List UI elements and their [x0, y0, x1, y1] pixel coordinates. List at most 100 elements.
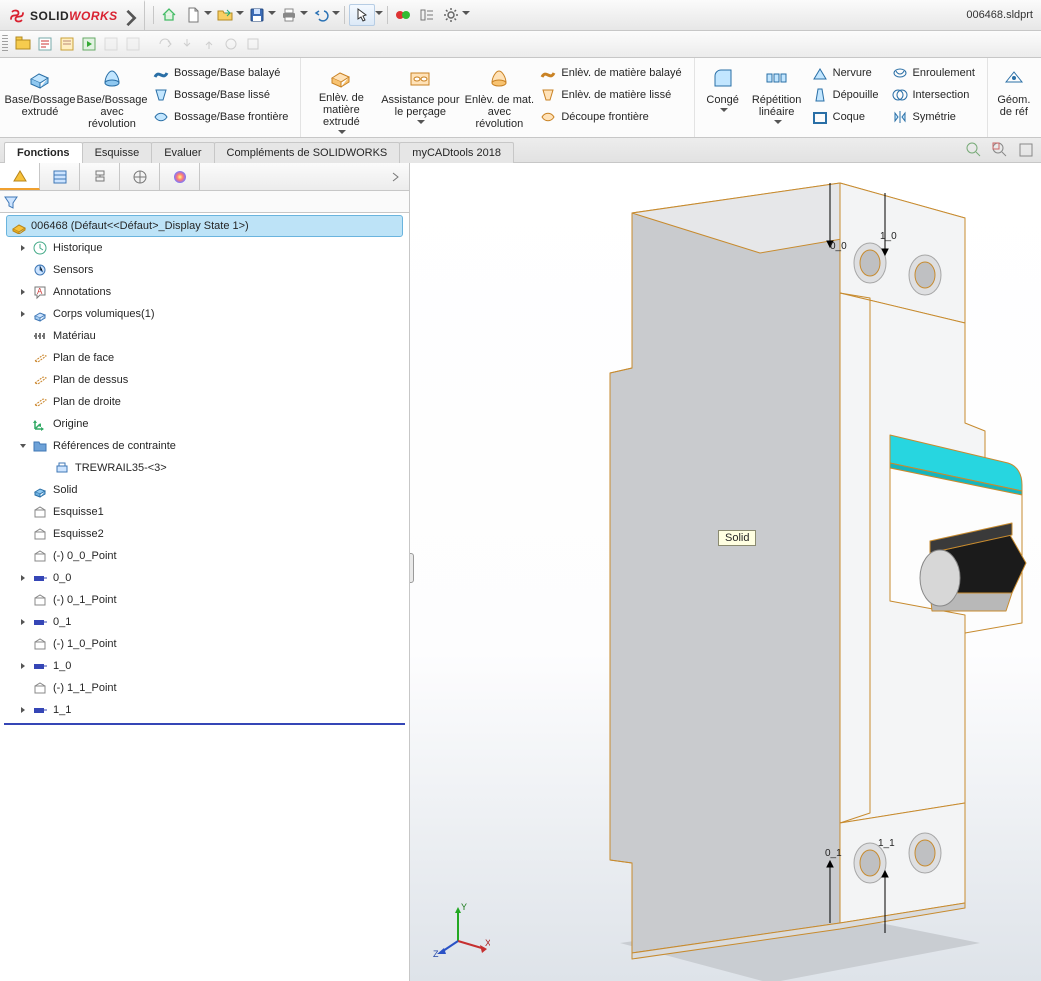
expand-toggle[interactable] [16, 439, 30, 453]
tree-item[interactable]: (-) 0_0_Point [0, 545, 409, 567]
boss-sweep-button[interactable]: Bossage/Base balayé [150, 62, 294, 84]
select-dropdown[interactable] [375, 8, 383, 22]
expand-toggle[interactable] [16, 285, 30, 299]
expand-toggle[interactable] [16, 659, 30, 673]
fillet-button[interactable]: Congé [699, 60, 747, 136]
save-button[interactable] [246, 4, 268, 26]
tab-evaluer[interactable]: Evaluer [151, 142, 214, 163]
tree-item-label: 1_1 [53, 704, 71, 716]
tree-item[interactable]: (-) 1_0_Point [0, 633, 409, 655]
tab-fonctions[interactable]: Fonctions [4, 142, 83, 163]
tree-item[interactable]: 0_1 [0, 611, 409, 633]
boss-boundary-button[interactable]: Bossage/Base frontière [150, 106, 294, 128]
toolbar-grip[interactable] [2, 35, 8, 53]
pattern-button[interactable]: Répétition linéaire [747, 60, 807, 136]
tree-item[interactable]: Plan de face [0, 347, 409, 369]
tree-item-label: Esquisse2 [53, 528, 104, 540]
expand-toggle[interactable] [16, 615, 30, 629]
options-button[interactable] [416, 4, 438, 26]
graphics-viewport[interactable]: 0_0 1_0 0_1 1_1 Solid Y X Z [410, 163, 1041, 981]
folder-icon [32, 438, 48, 454]
fm-tab-dim[interactable] [120, 163, 160, 190]
hole-wizard-button[interactable]: Assistance pour le perçage [377, 60, 463, 136]
fm-tab-property[interactable] [40, 163, 80, 190]
tree-root-node[interactable]: 006468 (Défaut<<Défaut>_Display State 1>… [6, 215, 403, 237]
mirror-button[interactable]: Symétrie [889, 106, 981, 128]
cut-revolve-button[interactable]: Enlèv. de mat. avec révolution [463, 60, 535, 136]
shell-button[interactable]: Coque [809, 106, 885, 128]
fm-tab-config[interactable] [80, 163, 120, 190]
draft-button[interactable]: Dépouille [809, 84, 885, 106]
fm-tab-more[interactable] [200, 163, 409, 190]
tree-item[interactable]: 0_0 [0, 567, 409, 589]
open-dropdown[interactable] [236, 8, 244, 22]
cut-extrude-button[interactable]: Enlèv. de matière extrudé [305, 60, 377, 136]
select-button[interactable] [349, 4, 375, 26]
expand-toggle[interactable] [16, 703, 30, 717]
tab-complements[interactable]: Compléments de SOLIDWORKS [214, 142, 401, 163]
fm-tab-tree[interactable] [0, 163, 40, 190]
tree-item[interactable]: Historique [0, 237, 409, 259]
tree-item[interactable]: Sensors [0, 259, 409, 281]
expand-toggle[interactable] [16, 307, 30, 321]
macro-btn-3[interactable] [57, 34, 77, 54]
ref-geom-button[interactable]: Géom. de réf [992, 60, 1036, 136]
intersect-button[interactable]: Intersection [889, 84, 981, 106]
rib-button[interactable]: Nervure [809, 62, 885, 84]
dim-icon [32, 702, 48, 718]
tree-item[interactable]: AAnnotations [0, 281, 409, 303]
feature-tree[interactable]: 006468 (Défaut<<Défaut>_Display State 1>… [0, 213, 409, 981]
filter-icon[interactable] [4, 195, 18, 209]
save-dropdown[interactable] [268, 8, 276, 22]
feature-rollback-bar[interactable] [4, 723, 405, 725]
print-button[interactable] [278, 4, 300, 26]
boss-revolve-button[interactable]: Base/Bossage avec révolution [76, 60, 148, 136]
cut-boundary-button[interactable]: Découpe frontière [537, 106, 687, 128]
tree-item[interactable]: (-) 1_1_Point [0, 677, 409, 699]
home-button[interactable] [158, 4, 180, 26]
tree-item[interactable]: Solid [0, 479, 409, 501]
tree-item[interactable]: 1_1 [0, 699, 409, 721]
tree-item[interactable]: Plan de droite [0, 391, 409, 413]
panel-splitter-handle[interactable] [410, 553, 414, 583]
zoom-area-button[interactable] [989, 139, 1011, 161]
tree-item[interactable]: (-) 0_1_Point [0, 589, 409, 611]
fm-tab-appearance[interactable] [160, 163, 200, 190]
expand-toggle[interactable] [16, 571, 30, 585]
open-button[interactable] [214, 4, 236, 26]
svg-text:X: X [485, 938, 490, 948]
tree-item[interactable]: Références de contrainte [0, 435, 409, 457]
undo-button[interactable] [310, 4, 332, 26]
cut-sweep-button[interactable]: Enlèv. de matière balayé [537, 62, 687, 84]
expand-toggle[interactable] [16, 241, 30, 255]
tab-mycadtools[interactable]: myCADtools 2018 [399, 142, 514, 163]
tree-item[interactable]: Origine [0, 413, 409, 435]
settings-dropdown[interactable] [462, 8, 470, 22]
boss-loft-button[interactable]: Bossage/Base lissé [150, 84, 294, 106]
orientation-triad[interactable]: Y X Z [430, 901, 490, 961]
tab-esquisse[interactable]: Esquisse [82, 142, 153, 163]
open-icon [217, 7, 233, 23]
macro-btn-2[interactable] [35, 34, 55, 54]
undo-dropdown[interactable] [332, 8, 340, 22]
macro-btn-1[interactable] [13, 34, 33, 54]
view-more-button[interactable] [1015, 139, 1037, 161]
tree-item[interactable]: Matériau [0, 325, 409, 347]
new-button[interactable] [182, 4, 204, 26]
print-dropdown[interactable] [300, 8, 308, 22]
rebuild-button[interactable] [392, 4, 414, 26]
app-menu-button[interactable]: SOLIDWORKS [0, 0, 145, 30]
macro-btn-4[interactable] [79, 34, 99, 54]
tree-item[interactable]: 1_0 [0, 655, 409, 677]
zoom-fit-button[interactable] [963, 139, 985, 161]
tree-item[interactable]: Corps volumiques(1) [0, 303, 409, 325]
cut-loft-button[interactable]: Enlèv. de matière lissé [537, 84, 687, 106]
boss-extrude-button[interactable]: Base/Bossage extrudé [4, 60, 76, 136]
tree-item[interactable]: TREWRAIL35-<3> [0, 457, 409, 479]
tree-item[interactable]: Plan de dessus [0, 369, 409, 391]
settings-button[interactable] [440, 4, 462, 26]
tree-item[interactable]: Esquisse1 [0, 501, 409, 523]
wrap-button[interactable]: Enroulement [889, 62, 981, 84]
tree-item[interactable]: Esquisse2 [0, 523, 409, 545]
new-dropdown[interactable] [204, 8, 212, 22]
